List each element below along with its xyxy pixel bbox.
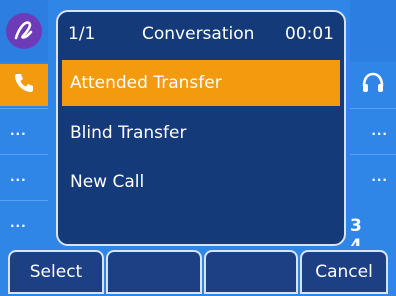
- left-rail-key-3[interactable]: ...: [0, 200, 48, 244]
- right-rail-key-2[interactable]: ...: [350, 154, 396, 198]
- phone-icon: [12, 71, 36, 99]
- phone-screen: ... ... ... ... ... 3 4 1/1 Conversation…: [0, 0, 396, 296]
- empty-softkey-1[interactable]: [106, 250, 202, 294]
- menu-item-attended-transfer[interactable]: Attended Transfer: [62, 60, 340, 106]
- left-rail-key-1[interactable]: ...: [0, 108, 48, 152]
- popup-title: Conversation: [142, 24, 255, 44]
- menu-item-new-call[interactable]: New Call: [62, 159, 340, 205]
- alcatel-lucent-logo-icon: [6, 13, 42, 49]
- popup-header: 1/1 Conversation 00:01: [58, 12, 344, 54]
- empty-softkey-2[interactable]: [204, 250, 298, 294]
- right-rail-top: [350, 0, 396, 62]
- call-timer: 00:01: [285, 24, 334, 44]
- right-rail-key-1[interactable]: ...: [350, 108, 396, 152]
- headset-icon: [360, 70, 386, 100]
- headset-key[interactable]: [350, 64, 396, 106]
- softkey-bar: Select Cancel: [0, 246, 396, 296]
- call-count: 1/1: [68, 24, 96, 44]
- left-rail-key-2[interactable]: ...: [0, 154, 48, 198]
- logo-cell: [0, 0, 48, 62]
- select-softkey[interactable]: Select: [8, 250, 104, 294]
- right-rail: ... ... 3 4: [350, 0, 396, 256]
- cancel-softkey[interactable]: Cancel: [300, 250, 388, 294]
- line-key-phone[interactable]: [0, 64, 48, 106]
- conversation-popup: 1/1 Conversation 00:01 Attended Transfer…: [56, 10, 346, 246]
- left-rail: ... ... ...: [0, 0, 48, 246]
- menu-item-blind-transfer[interactable]: Blind Transfer: [62, 110, 340, 156]
